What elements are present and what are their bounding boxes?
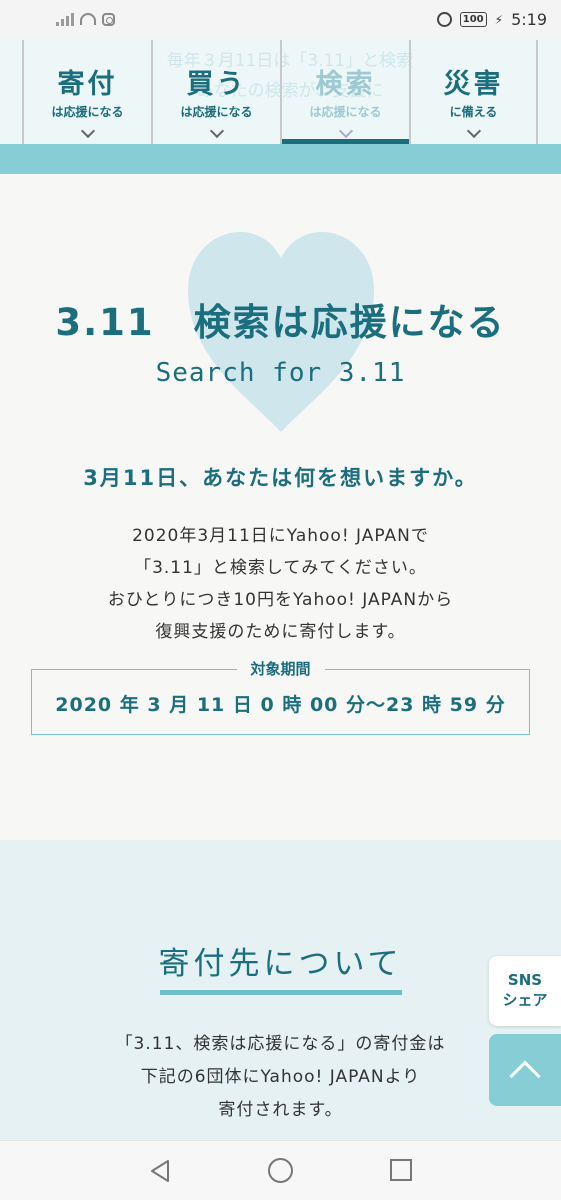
nav-item-search[interactable]: 検索 は応援になる [280, 40, 409, 144]
nav-item-main: 寄付 [57, 69, 118, 100]
nav-item-donate[interactable]: 寄付 は応援になる [22, 40, 151, 144]
hero-description: 2020年3月11日にYahoo! JAPANで 「3.11」と検索してみてくだ… [107, 526, 454, 642]
page-title: 3.11 検索は応援になる [55, 301, 506, 344]
donation-description: 「3.11、検索は応援になる」の寄付金は 下記の6団体にYahoo! JAPAN… [115, 1034, 446, 1120]
sns-label: SNS [507, 971, 543, 989]
status-bar: 100 ⚡ 5:19 [0, 0, 561, 40]
donation-section: 寄付先について 「3.11、検索は応援になる」の寄付金は 下記の6団体にYaho… [0, 840, 561, 1140]
nav-item-main: 災害 [443, 69, 504, 100]
chevron-down-icon [209, 123, 224, 139]
period-value: 2020 年 3 月 11 日 0 時 00 分〜23 時 59 分 [55, 694, 506, 716]
page-subtitle: Search for 3.11 [155, 358, 406, 388]
nav-item-main: 買う [186, 69, 247, 100]
charging-icon: ⚡ [494, 12, 504, 27]
instagram-icon [102, 12, 115, 26]
wifi-icon [80, 13, 96, 25]
share-label: シェア [502, 991, 548, 1009]
battery-icon: 100 [459, 12, 487, 27]
nav-item-sub: は応援になる [180, 105, 253, 119]
chevron-down-icon [338, 123, 353, 139]
chevron-down-icon [466, 123, 481, 139]
title-underline [160, 990, 402, 995]
system-nav-bar [0, 1140, 561, 1200]
nav-item-sub: は応援になる [309, 105, 382, 119]
nav-item-disaster[interactable]: 災害 に備える [409, 40, 538, 144]
scroll-top-button[interactable] [489, 1034, 561, 1106]
nav-item-buy[interactable]: 買う は応援になる [151, 40, 280, 144]
sns-share-button[interactable]: SNS シェア [489, 956, 561, 1026]
header-band [0, 144, 561, 174]
period-box: 対象期間 2020 年 3 月 11 日 0 時 00 分〜23 時 59 分 [31, 658, 530, 735]
donation-title: 寄付先について [158, 946, 403, 982]
chevron-up-icon [509, 1060, 541, 1092]
chevron-down-icon [80, 123, 95, 139]
recent-apps-icon[interactable] [390, 1159, 412, 1181]
home-icon[interactable] [268, 1158, 293, 1183]
signal-icon [56, 12, 74, 26]
hero-section: 3.11 検索は応援になる Search for 3.11 3月11日、あなたは… [0, 174, 561, 840]
category-nav: 毎年３月11日は「3.11」と検索 あなたの検索が、支援に 寄付 は応援になる … [0, 40, 561, 144]
back-icon[interactable] [148, 1159, 172, 1183]
clock: 5:19 [511, 10, 547, 29]
nav-item-sub: は応援になる [51, 105, 124, 119]
alarm-icon [436, 12, 452, 27]
nav-item-main: 検索 [315, 69, 376, 100]
nav-item-sub: に備える [449, 105, 498, 119]
period-label: 対象期間 [236, 658, 325, 679]
hero-question: 3月11日、あなたは何を想いますか。 [83, 466, 478, 490]
